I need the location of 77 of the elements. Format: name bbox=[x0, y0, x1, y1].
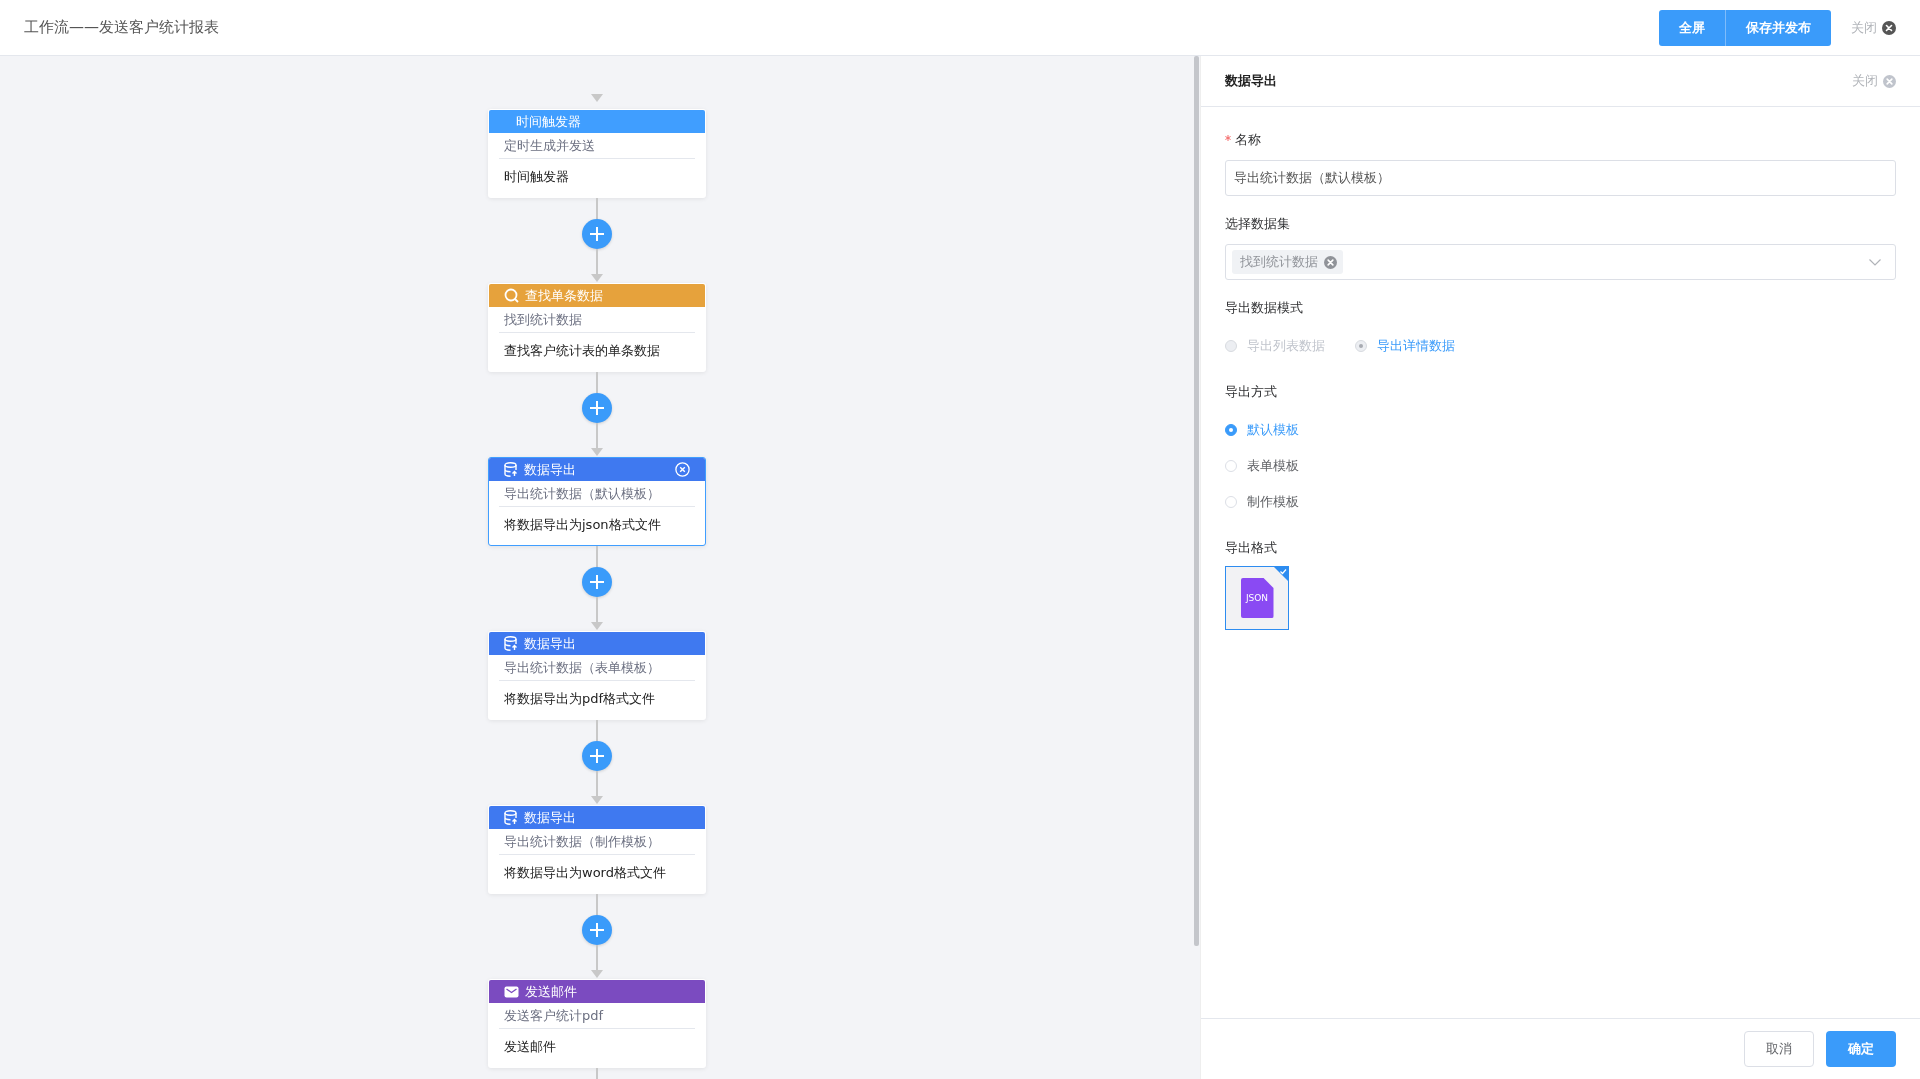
database-icon bbox=[504, 810, 518, 825]
node-subtitle: 导出统计数据（默认模板） bbox=[499, 481, 695, 507]
close-icon bbox=[1883, 74, 1896, 88]
toolbar-button[interactable]: 全屏 bbox=[1659, 9, 1726, 46]
search-icon bbox=[504, 288, 519, 303]
connector-line bbox=[596, 546, 598, 567]
format-option[interactable]: JSON bbox=[1225, 566, 1289, 630]
node-subtitle: 定时生成并发送 bbox=[499, 133, 695, 159]
node-description: 查找客户统计表的单条数据 bbox=[503, 342, 661, 360]
close-icon bbox=[675, 462, 690, 477]
add-step-button[interactable] bbox=[582, 567, 612, 597]
remove-icon bbox=[1324, 255, 1337, 269]
radio-button[interactable] bbox=[1225, 424, 1237, 436]
toolbar-button[interactable]: 保存并发布 bbox=[1726, 9, 1831, 46]
add-step-button[interactable] bbox=[582, 393, 612, 423]
connector-arrow bbox=[591, 249, 603, 283]
node-subtitle: 找到统计数据 bbox=[499, 307, 695, 333]
field-label: 选择数据集 bbox=[1225, 215, 1290, 233]
radio-option[interactable]: 表单模板 bbox=[1225, 448, 1896, 484]
plus-icon bbox=[590, 749, 604, 763]
radio-option[interactable]: 制作模板 bbox=[1225, 484, 1896, 520]
flow-node[interactable]: 时间触发器 定时生成并发送 时间触发器 bbox=[488, 109, 706, 198]
node-title: 时间触发器 bbox=[516, 112, 582, 131]
plus-icon bbox=[590, 575, 604, 589]
chevron-down-icon bbox=[1869, 258, 1881, 266]
field-label: 名称 bbox=[1235, 131, 1261, 149]
dataset-select[interactable]: 找到统计数据 bbox=[1225, 244, 1896, 280]
node-description: 时间触发器 bbox=[503, 168, 570, 186]
page-title: 工作流——发送客户统计报表 bbox=[24, 18, 219, 37]
connector-arrow bbox=[591, 423, 603, 457]
node-subtitle: 导出统计数据（制作模板） bbox=[499, 829, 695, 855]
flow-node[interactable]: 数据导出 导出统计数据（表单模板） 将数据导出为pdf格式文件 bbox=[488, 631, 706, 720]
node-subtitle: 导出统计数据（表单模板） bbox=[499, 655, 695, 681]
connector-arrow bbox=[591, 771, 603, 805]
envelope-icon bbox=[504, 985, 519, 998]
node-title: 查找单条数据 bbox=[525, 286, 604, 305]
confirm-button[interactable]: 确定 bbox=[1826, 1031, 1896, 1067]
add-step-button[interactable] bbox=[582, 219, 612, 249]
plus-icon bbox=[590, 923, 604, 937]
name-input[interactable]: 导出统计数据（默认模板） bbox=[1225, 160, 1896, 196]
checkmark-icon bbox=[1274, 567, 1288, 581]
database-icon bbox=[504, 636, 518, 651]
field-label: 导出格式 bbox=[1225, 539, 1277, 557]
field-label: 导出数据模式 bbox=[1225, 299, 1303, 317]
node-description: 发送邮件 bbox=[503, 1038, 557, 1056]
panel-title: 数据导出 bbox=[1225, 72, 1277, 90]
flow-node[interactable]: 查找单条数据 找到统计数据 查找客户统计表的单条数据 bbox=[488, 283, 706, 372]
connector-line bbox=[596, 894, 598, 915]
scrollbar[interactable] bbox=[1194, 56, 1199, 946]
flow-node[interactable]: 发送邮件 发送客户统计pdf 发送邮件 bbox=[488, 979, 706, 1068]
node-title: 发送邮件 bbox=[525, 982, 578, 1001]
close-icon bbox=[1882, 20, 1896, 35]
node-title: 数据导出 bbox=[524, 460, 577, 479]
dataset-tag[interactable]: 找到统计数据 bbox=[1232, 250, 1343, 274]
add-step-button[interactable] bbox=[582, 915, 612, 945]
node-description: 将数据导出为json格式文件 bbox=[503, 516, 662, 534]
radio-option[interactable]: 默认模板 bbox=[1225, 412, 1896, 448]
flow-node[interactable]: 数据导出 导出统计数据（制作模板） 将数据导出为word格式文件 bbox=[488, 805, 706, 894]
node-description: 将数据导出为word格式文件 bbox=[503, 864, 667, 882]
connector-arrow bbox=[591, 597, 603, 631]
connector-line bbox=[596, 198, 598, 219]
file-icon: JSON bbox=[1240, 578, 1274, 618]
connector-arrow bbox=[591, 945, 603, 979]
field-label: 导出方式 bbox=[1225, 383, 1277, 401]
node-subtitle: 发送客户统计pdf bbox=[499, 1003, 695, 1029]
node-title: 数据导出 bbox=[524, 634, 577, 653]
plus-icon bbox=[590, 227, 604, 241]
connector-line bbox=[596, 720, 598, 741]
node-title: 数据导出 bbox=[524, 808, 577, 827]
database-icon bbox=[504, 462, 518, 477]
cancel-button[interactable]: 取消 bbox=[1744, 1031, 1814, 1067]
add-step-button[interactable] bbox=[582, 741, 612, 771]
connector-line bbox=[596, 372, 598, 393]
flow-node[interactable]: 数据导出 导出统计数据（默认模板） 将数据导出为json格式文件 bbox=[488, 457, 706, 546]
arrow-icon bbox=[591, 94, 603, 102]
plus-icon bbox=[590, 401, 604, 415]
node-description: 将数据导出为pdf格式文件 bbox=[503, 690, 657, 708]
